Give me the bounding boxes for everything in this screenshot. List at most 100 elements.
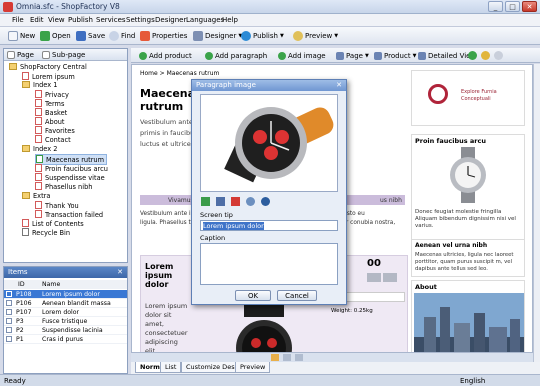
table-row[interactable]: P106 Aenean blandit massa: [4, 299, 127, 308]
properties-icon: [140, 31, 150, 41]
nav-icon[interactable]: [494, 51, 503, 60]
tree-item-suspendisse-vitae[interactable]: Suspendisse vitae: [35, 173, 105, 182]
tree-item-list-of-contents[interactable]: List of Contents: [22, 219, 84, 228]
table-row[interactable]: P1 Cras id purus: [4, 335, 127, 344]
side-box-aenean[interactable]: Aenean vel urna nibh Maecenas ultricies,…: [411, 239, 525, 277]
page-icon: [35, 126, 42, 134]
product-icon: [374, 52, 382, 60]
menu-publish[interactable]: Publish: [68, 16, 93, 24]
product-menu-button[interactable]: Product ▼: [374, 50, 416, 62]
tree-item-proin-faucibus-arcu[interactable]: Proin faucibus arcu: [35, 164, 108, 173]
find-button[interactable]: Find: [109, 30, 135, 42]
menu-help[interactable]: Help: [222, 16, 238, 24]
align-center-icon[interactable]: [283, 354, 291, 361]
edit-image-icon[interactable]: [201, 197, 210, 206]
table-row[interactable]: P3 Fusce tristique: [4, 317, 127, 326]
tree-item-terms[interactable]: Terms: [35, 99, 64, 108]
save-icon: [76, 31, 86, 41]
rotate-icon[interactable]: [246, 197, 255, 206]
new-button[interactable]: New: [8, 30, 35, 42]
page-icon: [35, 117, 42, 125]
add-page-button[interactable]: Page: [7, 49, 34, 61]
add-image-button[interactable]: Add image: [278, 50, 326, 62]
align-left-icon[interactable]: [271, 354, 279, 361]
tree-item-index-1[interactable]: Index 1: [22, 81, 57, 89]
settings-icon[interactable]: [261, 197, 270, 206]
add-subpage-button[interactable]: Sub-page: [42, 49, 85, 61]
menu-languages[interactable]: Languages: [186, 16, 224, 24]
add-product-button[interactable]: Add product: [139, 50, 192, 62]
product-title: Lorem ipsum dolor: [145, 262, 174, 289]
image-preview[interactable]: [200, 94, 338, 192]
tree-item-phasellus-nibh[interactable]: Phasellus nibh: [35, 182, 92, 191]
nav-icon[interactable]: [468, 51, 477, 60]
chevron-down-icon: ▼: [412, 53, 417, 59]
tree-item-shopfactory-central[interactable]: ShopFactory Central: [9, 63, 87, 71]
content-toolbar: Add product Add paragraph Add image Page…: [131, 48, 540, 63]
cancel-button[interactable]: Cancel: [277, 290, 317, 301]
dialog-title: Paragraph image ✕: [192, 80, 346, 91]
table-row[interactable]: P108 Lorem ipsum dolor: [4, 290, 127, 299]
favorite-icon[interactable]: [383, 273, 397, 282]
caption-field[interactable]: [200, 243, 338, 285]
menu-edit[interactable]: Edit: [30, 16, 44, 24]
site-icon: [9, 63, 17, 70]
tree-item-transaction-failed[interactable]: Transaction failed: [35, 210, 103, 219]
maximize-button[interactable]: □: [505, 1, 520, 12]
minimize-button[interactable]: _: [488, 1, 503, 12]
view-icon: [418, 52, 426, 60]
price: 00: [367, 258, 381, 269]
page-tree-panel: Page Sub-page ShopFactory Central Lorem …: [3, 48, 128, 263]
cart-icon[interactable]: [367, 273, 381, 282]
save-button[interactable]: Save: [76, 30, 105, 42]
side-box-proin[interactable]: Proin faucibus arcu Donec feugiat molest…: [411, 134, 525, 240]
tab-preview[interactable]: Preview: [235, 362, 271, 373]
tree-item-about[interactable]: About: [35, 117, 65, 126]
tree-item-favorites[interactable]: Favorites: [35, 126, 75, 135]
page-icon: [7, 51, 15, 59]
tree-item-lorem-ipsum[interactable]: Lorem ipsum: [22, 72, 75, 81]
table-row[interactable]: P2 Suspendisse lacinia: [4, 326, 127, 335]
page-icon: [35, 135, 42, 143]
chevron-down-icon: ▼: [334, 33, 339, 39]
screentip-field[interactable]: Lorem ipsum dolor: [200, 220, 338, 231]
page-icon: [35, 164, 42, 172]
tree-item-index-2[interactable]: Index 2: [22, 145, 57, 153]
side-box-about[interactable]: About: [411, 280, 525, 360]
publish-button[interactable]: Publish ▼: [241, 30, 284, 42]
tree-item-recycle-bin[interactable]: Recycle Bin: [22, 228, 70, 237]
tree-item-thank-you[interactable]: Thank You: [35, 201, 79, 210]
nav-icon[interactable]: [481, 51, 490, 60]
align-right-icon[interactable]: [295, 354, 303, 361]
preview-button[interactable]: Preview ▼: [293, 30, 338, 42]
delete-icon[interactable]: [231, 197, 240, 206]
close-icon[interactable]: ✕: [336, 81, 342, 89]
menu-designer[interactable]: Designer: [155, 16, 186, 24]
table-row[interactable]: P107 Lorem dolor: [4, 308, 127, 317]
tree-item-contact[interactable]: Contact: [35, 135, 71, 144]
close-button[interactable]: ✕: [522, 1, 537, 12]
close-icon[interactable]: ✕: [117, 268, 123, 276]
menu-file[interactable]: File: [12, 16, 24, 24]
menu-services[interactable]: Services: [96, 16, 126, 24]
brand-logo-icon: [428, 84, 448, 104]
pencil-icon[interactable]: [216, 197, 225, 206]
tree-item-basket[interactable]: Basket: [35, 108, 67, 117]
open-button[interactable]: Open: [40, 30, 71, 42]
menu-settings[interactable]: Settings: [126, 16, 155, 24]
tree-item-privacy[interactable]: Privacy: [35, 90, 69, 99]
vertical-scrollbar[interactable]: [533, 64, 540, 362]
ok-button[interactable]: OK: [235, 290, 271, 301]
tree-item-extra[interactable]: Extra: [22, 192, 50, 200]
recycle-bin-icon: [22, 228, 29, 236]
tab-list[interactable]: List: [160, 362, 182, 373]
items-panel: Items ✕ ID Name P108 Lorem ipsum dolor P106…: [3, 266, 128, 374]
city-image: [414, 293, 524, 359]
page-menu-button[interactable]: Page ▼: [336, 50, 369, 62]
designer-button[interactable]: Designer▼: [193, 30, 242, 42]
properties-button[interactable]: Properties: [140, 30, 187, 42]
add-paragraph-button[interactable]: Add paragraph: [205, 50, 267, 62]
find-icon: [109, 31, 119, 41]
intro-paragraph[interactable]: Vestibulum ante primis in faucibus luctus …: [140, 117, 198, 150]
menu-view[interactable]: View: [48, 16, 65, 24]
